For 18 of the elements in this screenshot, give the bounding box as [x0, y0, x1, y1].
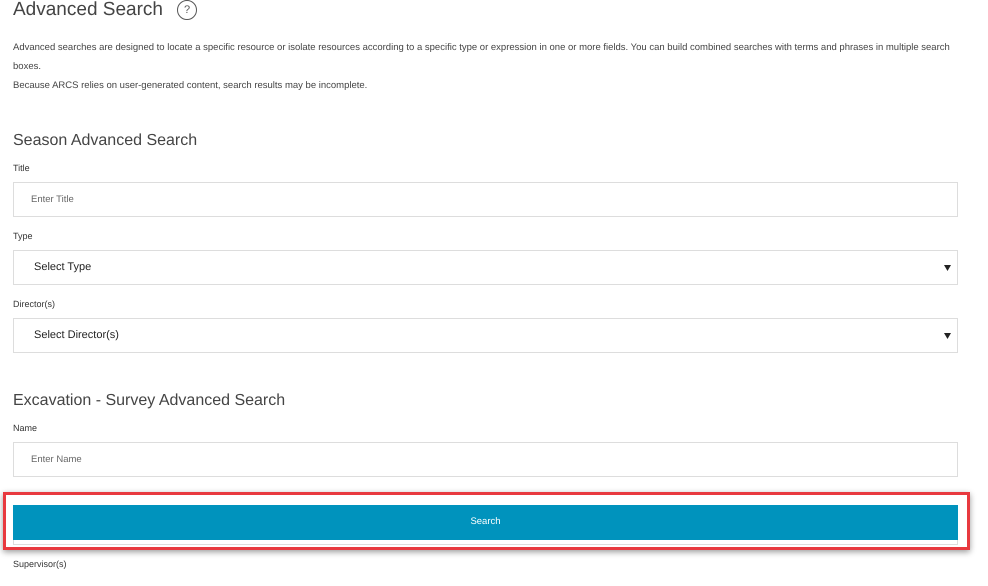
dropdown-caret-icon [944, 332, 951, 338]
text-field[interactable]: Enter Name [13, 442, 958, 477]
select-field[interactable]: Select Type [13, 250, 958, 285]
field-label: Name [13, 422, 38, 434]
dropdown-caret-icon [944, 264, 951, 270]
text-field[interactable]: Enter Title [13, 182, 958, 217]
field-label: Type [13, 230, 34, 242]
field-label: Supervisor(s) [13, 558, 68, 570]
field-label: Director(s) [13, 298, 56, 310]
search-button[interactable]: Search [13, 505, 958, 540]
section-heading: Season Advanced Search [13, 131, 198, 151]
select-field[interactable]: Select Director(s) [13, 318, 958, 353]
help-icon[interactable]: ? [177, 0, 197, 20]
intro-paragraph: Advanced searches are designed to locate a specific resource or isolate resources according to a specific type or expression in one or more fields. You can build combined searches with terms and phrases in multiple search boxes. [13, 41, 951, 74]
intro-paragraph: Because ARCS relies on user-generated content, search results may be incomplete. [13, 79, 368, 93]
field-label: Title [13, 162, 31, 174]
section-heading: Excavation - Survey Advanced Search [13, 391, 286, 411]
page-title: Advanced Search [13, 0, 163, 20]
